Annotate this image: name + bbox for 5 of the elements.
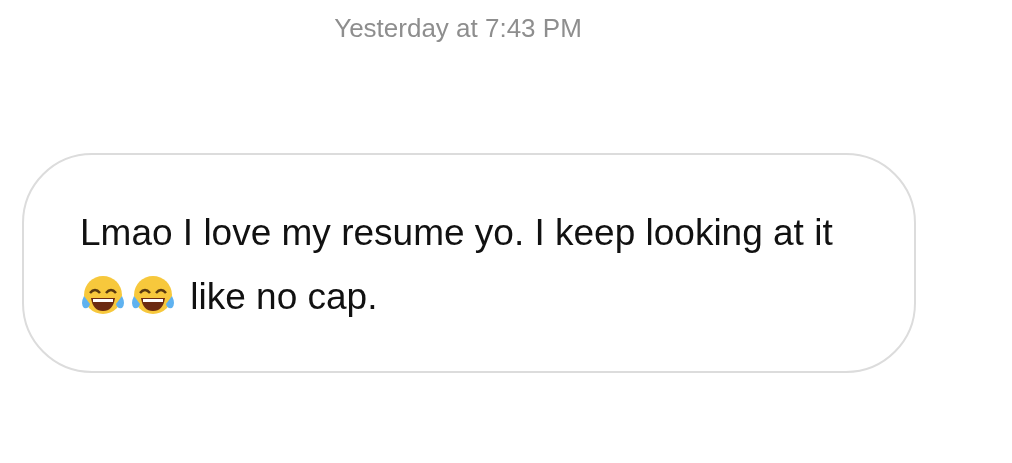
message-text: Lmao I love my resume yo. I keep looking at it (80, 212, 833, 253)
timestamp: Yesterday at 7:43 PM (334, 12, 582, 45)
message-text: like no cap. (190, 276, 378, 317)
laughing-face-icon (80, 273, 126, 317)
laughing-face-icon (130, 273, 176, 317)
